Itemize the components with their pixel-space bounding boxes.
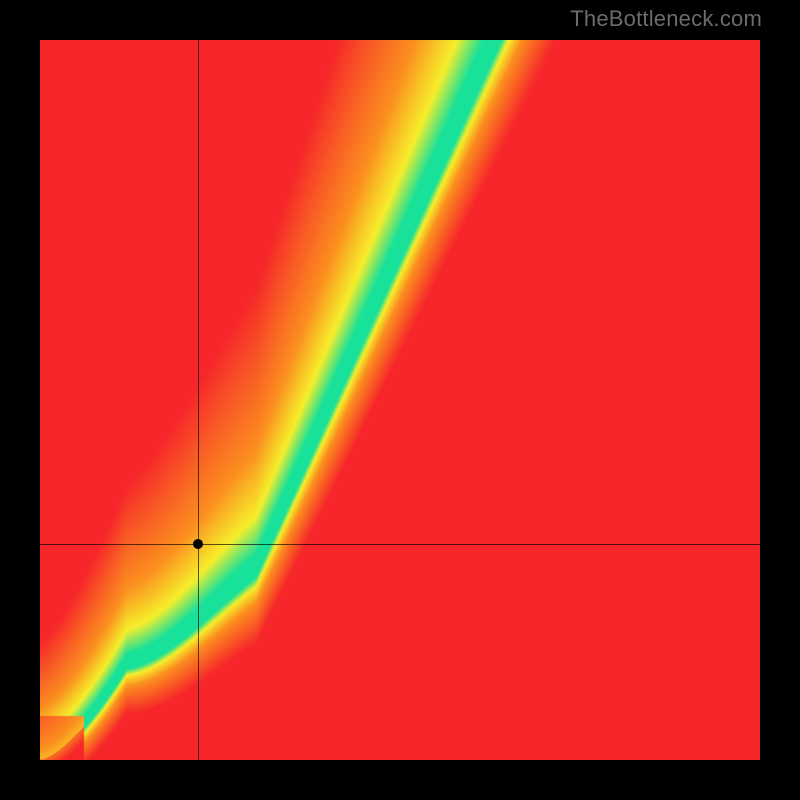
heatmap-plot bbox=[40, 40, 760, 760]
chart-frame: TheBottleneck.com bbox=[0, 0, 800, 800]
attribution-text: TheBottleneck.com bbox=[570, 6, 762, 32]
heatmap-canvas bbox=[40, 40, 760, 760]
